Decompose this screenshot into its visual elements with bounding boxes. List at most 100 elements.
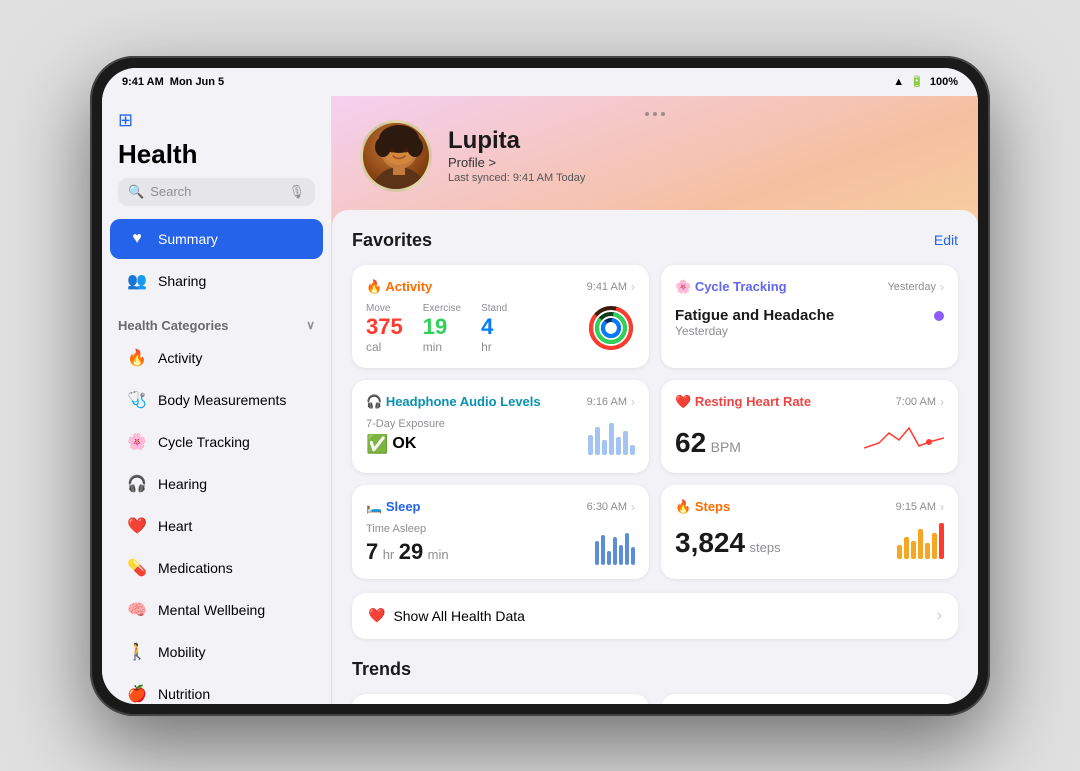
favorites-grid: 🔥 Activity 9:41 AM › <box>352 265 958 579</box>
steps-mini-chart <box>897 523 944 559</box>
trend-card-exercise[interactable]: Exercise Minutes › <box>352 694 649 704</box>
sidebar-item-cycle-tracking[interactable]: 🌸 Cycle Tracking <box>110 422 323 462</box>
headphone-mini-chart <box>588 419 635 455</box>
steps-card-icon: 🔥 <box>675 499 691 514</box>
profile-header: Lupita Profile > Last synced: 9:41 AM To… <box>332 96 978 210</box>
profile-name: Lupita <box>448 127 585 155</box>
sleep-min-unit: min <box>428 547 449 562</box>
summary-icon: ♥ <box>126 228 148 250</box>
content-area: Favorites Edit 🔥 Activity <box>332 210 978 704</box>
search-bar[interactable]: 🔍 Search 🎙 <box>118 178 315 206</box>
cycle-tracking-label: Cycle Tracking <box>158 434 250 450</box>
sidebar-item-heart[interactable]: ❤️ Heart <box>110 506 323 546</box>
sidebar-item-body-measurements[interactable]: 🩺 Body Measurements <box>110 380 323 420</box>
headphone-chevron-icon: › <box>631 395 635 409</box>
battery-percent: 100% <box>930 76 958 88</box>
show-all-heart-icon: ❤️ <box>368 607 385 624</box>
cycle-card-time: Yesterday <box>887 281 936 293</box>
favorites-header: Favorites Edit <box>352 230 958 251</box>
headphone-card-header: 🎧 Headphone Audio Levels 9:16 AM › <box>366 394 635 410</box>
sidebar-item-mobility[interactable]: 🚶 Mobility <box>110 632 323 672</box>
steps-card[interactable]: 🔥 Steps 9:15 AM › 3,824 <box>661 485 958 579</box>
status-bar: 9:41 AM Mon Jun 5 ▲ 🔋 100% <box>102 68 978 96</box>
heart-label: Heart <box>158 518 192 534</box>
headphone-card-title: 🎧 Headphone Audio Levels <box>366 394 541 410</box>
medications-label: Medications <box>158 560 233 576</box>
favorites-title: Favorites <box>352 230 432 251</box>
sidebar-item-activity[interactable]: 🔥 Activity <box>110 338 323 378</box>
seven-day-label: 7-Day Exposure <box>366 418 445 430</box>
search-placeholder: Search <box>150 184 282 199</box>
activity-chevron-icon: › <box>631 280 635 294</box>
show-all-label: Show All Health Data <box>393 608 525 624</box>
three-dots <box>645 112 665 116</box>
heart-rate-card-title: ❤️ Resting Heart Rate <box>675 394 811 410</box>
show-all-chevron-icon: › <box>937 607 942 625</box>
fatigue-title: Fatigue and Headache <box>675 307 834 324</box>
ok-icon: ✅ <box>366 434 388 455</box>
mobility-label: Mobility <box>158 644 205 660</box>
headphone-card-icon: 🎧 <box>366 394 382 409</box>
main-content: Lupita Profile > Last synced: 9:41 AM To… <box>332 96 978 704</box>
cycle-indicator-dot <box>934 311 944 321</box>
trends-title: Trends <box>352 659 958 680</box>
profile-info: Lupita Profile > Last synced: 9:41 AM To… <box>448 127 585 184</box>
sleep-mini-chart <box>595 529 635 565</box>
sidebar-header: ⊞ <box>102 106 331 139</box>
sidebar-item-summary[interactable]: ♥ Summary <box>110 219 323 259</box>
steps-card-time: 9:15 AM <box>896 501 936 513</box>
activity-ring <box>587 304 635 352</box>
cycle-tracking-card[interactable]: 🌸 Cycle Tracking Yesterday › <box>661 265 958 368</box>
wifi-icon: ▲ <box>893 76 904 88</box>
sharing-label: Sharing <box>158 273 206 289</box>
sidebar-item-hearing[interactable]: 🎧 Hearing <box>110 464 323 504</box>
mental-wellbeing-label: Mental Wellbeing <box>158 602 265 618</box>
heart-rate-card-header: ❤️ Resting Heart Rate 7:00 AM › <box>675 394 944 410</box>
profile-link[interactable]: Profile > <box>448 155 585 170</box>
body-measurements-label: Body Measurements <box>158 392 286 408</box>
ok-badge: ✅ OK <box>366 434 445 455</box>
show-all-health-data[interactable]: ❤️ Show All Health Data › <box>352 593 958 639</box>
avatar-svg <box>363 123 432 192</box>
cycle-card-icon: 🌸 <box>675 279 691 294</box>
hearing-label: Hearing <box>158 476 207 492</box>
bpm-unit: BPM <box>711 439 741 455</box>
sidebar-item-mental-wellbeing[interactable]: 🧠 Mental Wellbeing <box>110 590 323 630</box>
profile-avatar[interactable] <box>360 120 432 192</box>
heart-rate-card-icon: ❤️ <box>675 394 691 409</box>
sleep-chevron-icon: › <box>631 500 635 514</box>
show-all-left: ❤️ Show All Health Data <box>368 607 525 624</box>
activity-card-title: 🔥 Activity <box>366 279 432 295</box>
resting-heart-rate-card[interactable]: ❤️ Resting Heart Rate 7:00 AM › <box>661 380 958 473</box>
steps-chevron-icon: › <box>940 500 944 514</box>
trend-card-walking-heart[interactable]: ❤️ Walking Heart Rate Average › <box>661 694 958 704</box>
status-time: 9:41 AM <box>122 76 164 88</box>
sleep-card-header: 🛏️ Sleep 6:30 AM › <box>366 499 635 515</box>
activity-card[interactable]: 🔥 Activity 9:41 AM › <box>352 265 649 368</box>
app-body: ⊞ Health 🔍 Search 🎙 ♥ Summary <box>102 96 978 704</box>
trend-cards-row: Exercise Minutes › ❤️ Walking Heart Rate… <box>352 694 958 704</box>
headphone-card-time: 9:16 AM <box>587 396 627 408</box>
sidebar-item-sharing[interactable]: 👥 Sharing <box>110 261 323 301</box>
trends-section: Trends Exercise Minutes › <box>352 659 958 704</box>
avatar-face <box>363 123 429 189</box>
status-bar-left: 9:41 AM Mon Jun 5 <box>122 76 224 88</box>
edit-button[interactable]: Edit <box>934 232 958 248</box>
chevron-down-icon[interactable]: ∨ <box>306 318 315 332</box>
mobility-icon: 🚶 <box>126 641 148 663</box>
sidebar-item-nutrition[interactable]: 🍎 Nutrition <box>110 674 323 704</box>
body-measurements-icon: 🩺 <box>126 389 148 411</box>
status-date: Mon Jun 5 <box>170 76 224 88</box>
headphone-card[interactable]: 🎧 Headphone Audio Levels 9:16 AM › <box>352 380 649 473</box>
sleep-card[interactable]: 🛏️ Sleep 6:30 AM › Time Aslee <box>352 485 649 579</box>
activity-icon: 🔥 <box>126 347 148 369</box>
sidebar-item-medications[interactable]: 💊 Medications <box>110 548 323 588</box>
sidebar-toggle-icon[interactable]: ⊞ <box>118 110 133 131</box>
sleep-card-title: 🛏️ Sleep <box>366 499 421 515</box>
bpm-value: 62 <box>675 427 706 458</box>
nutrition-icon: 🍎 <box>126 683 148 704</box>
device-frame: 9:41 AM Mon Jun 5 ▲ 🔋 100% ⊞ Health 🔍 Se… <box>90 56 990 716</box>
steps-unit: steps <box>750 540 781 555</box>
sleep-hours: 7 <box>366 539 378 564</box>
mic-icon[interactable]: 🎙 <box>288 184 305 200</box>
